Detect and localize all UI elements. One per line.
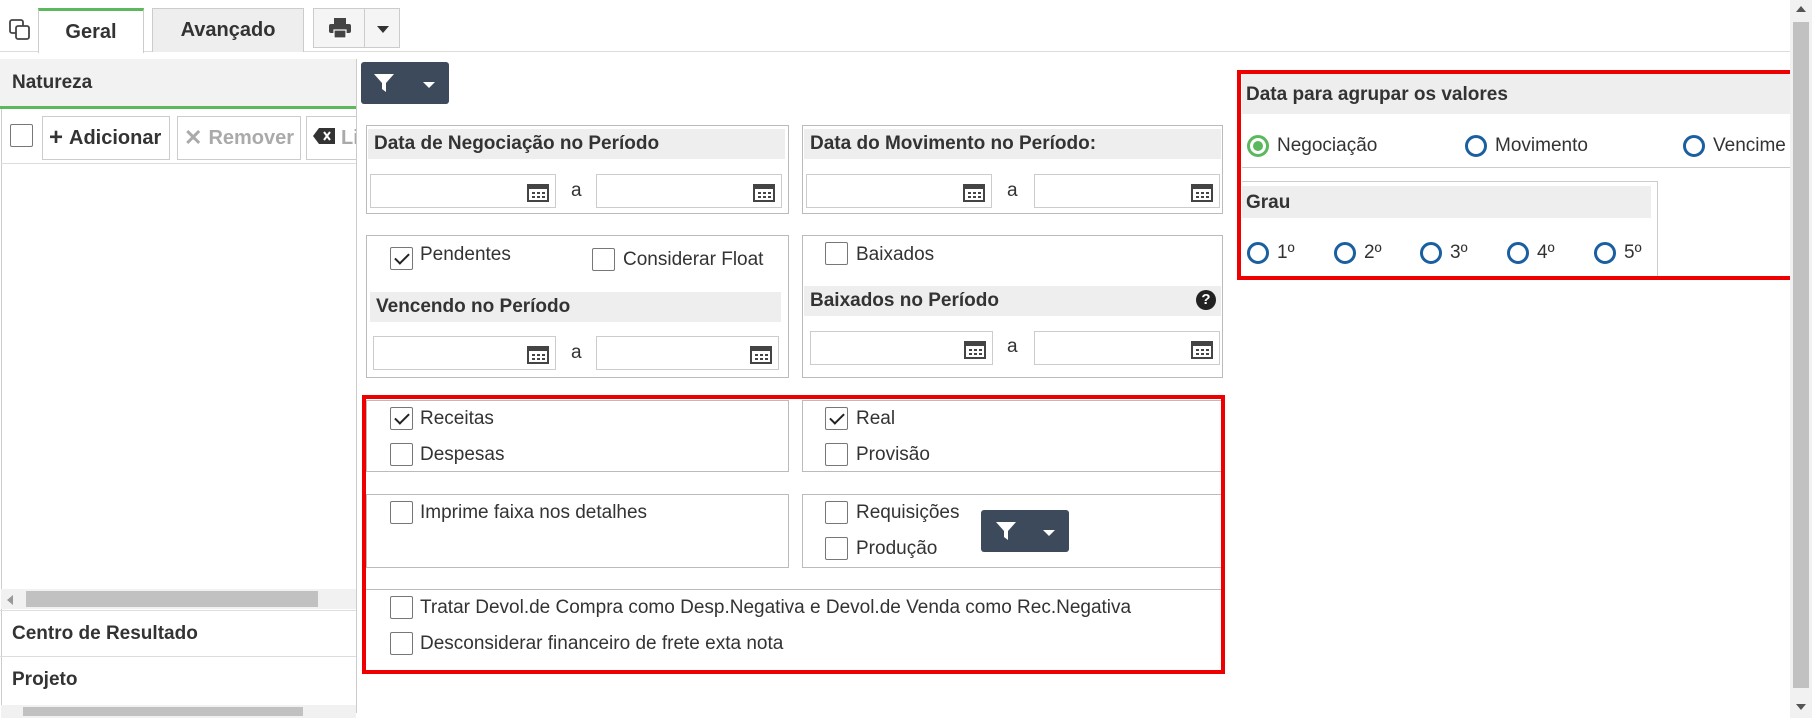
print-dropdown-button[interactable]: [364, 8, 400, 48]
movimento-title: Data do Movimento no Período:: [804, 129, 1221, 159]
help-icon[interactable]: ?: [1196, 290, 1216, 310]
negociacao-start-input[interactable]: [370, 174, 556, 208]
scroll-up-icon[interactable]: [1796, 6, 1806, 12]
bottom-scrollbar-thumb[interactable]: [23, 707, 303, 716]
vertical-scrollbar[interactable]: [1790, 0, 1812, 718]
copy-icon[interactable]: [8, 18, 32, 42]
printer-icon: [328, 17, 352, 44]
scrollbar-thumb[interactable]: [26, 591, 318, 607]
caret-down-icon: [377, 26, 389, 33]
baixados-label: Baixados: [856, 244, 935, 265]
tab-geral[interactable]: Geral: [38, 8, 144, 53]
baixados-end-input[interactable]: [1034, 331, 1220, 365]
movimento-end-input[interactable]: [1034, 174, 1220, 208]
vencendo-end-input[interactable]: [596, 336, 779, 370]
movimento-separator: a: [1007, 180, 1018, 201]
calendar-icon[interactable]: [1191, 182, 1213, 207]
movimento-start-input[interactable]: [806, 174, 992, 208]
calendar-icon[interactable]: [750, 344, 772, 369]
add-button[interactable]: + Adicionar: [42, 116, 170, 160]
remove-button[interactable]: ✕ Remover: [177, 116, 301, 160]
tab-avancado[interactable]: Avançado: [152, 8, 304, 52]
calendar-icon[interactable]: [527, 182, 549, 207]
baixados-start-input[interactable]: [810, 331, 993, 365]
caret-down-icon: [423, 82, 435, 88]
options-highlight: [362, 395, 1225, 674]
add-label: Adicionar: [69, 126, 162, 149]
vencendo-title: Vencendo no Período: [370, 292, 781, 322]
negociacao-title: Data de Negociação no Período: [368, 129, 785, 159]
calendar-icon[interactable]: [964, 339, 986, 364]
scroll-down-icon[interactable]: [1796, 704, 1806, 710]
vencendo-start-input[interactable]: [373, 336, 556, 370]
vencendo-separator: a: [571, 342, 582, 363]
horizontal-scrollbar[interactable]: [1, 589, 356, 609]
calendar-icon[interactable]: [527, 344, 549, 369]
select-all-checkbox[interactable]: [10, 124, 33, 147]
clear-label: Li: [341, 126, 356, 149]
baixados-checkbox[interactable]: [825, 242, 848, 265]
vertical-scrollbar-thumb[interactable]: [1793, 22, 1809, 688]
baixados-periodo-title: Baixados no Período: [804, 286, 1221, 316]
agrupar-highlight: [1237, 70, 1796, 280]
filter-button[interactable]: [361, 62, 449, 104]
baixados-separator: a: [1007, 336, 1018, 357]
calendar-icon[interactable]: [963, 182, 985, 207]
pendentes-checkbox[interactable]: [390, 247, 413, 270]
remove-label: Remover: [208, 126, 295, 149]
plus-icon: +: [49, 124, 64, 151]
considerar-float-label: Considerar Float: [623, 249, 764, 270]
pendentes-label: Pendentes: [420, 244, 511, 265]
print-button[interactable]: [313, 8, 365, 48]
natureza-header[interactable]: Natureza: [0, 59, 356, 109]
centro-resultado-header[interactable]: Centro de Resultado: [0, 610, 356, 656]
backspace-icon: [313, 127, 335, 150]
bottom-scrollbar[interactable]: [1, 705, 356, 718]
negociacao-separator: a: [571, 180, 582, 201]
close-icon: ✕: [184, 125, 203, 150]
filter-icon: [373, 72, 395, 99]
considerar-float-checkbox[interactable]: [592, 248, 615, 271]
clear-button[interactable]: Li: [306, 116, 356, 160]
negociacao-end-input[interactable]: [596, 174, 782, 208]
calendar-icon[interactable]: [1191, 339, 1213, 364]
scroll-left-icon[interactable]: [7, 595, 13, 605]
calendar-icon[interactable]: [753, 182, 775, 207]
list-divider: [1, 163, 356, 164]
projeto-header[interactable]: Projeto: [0, 656, 356, 702]
